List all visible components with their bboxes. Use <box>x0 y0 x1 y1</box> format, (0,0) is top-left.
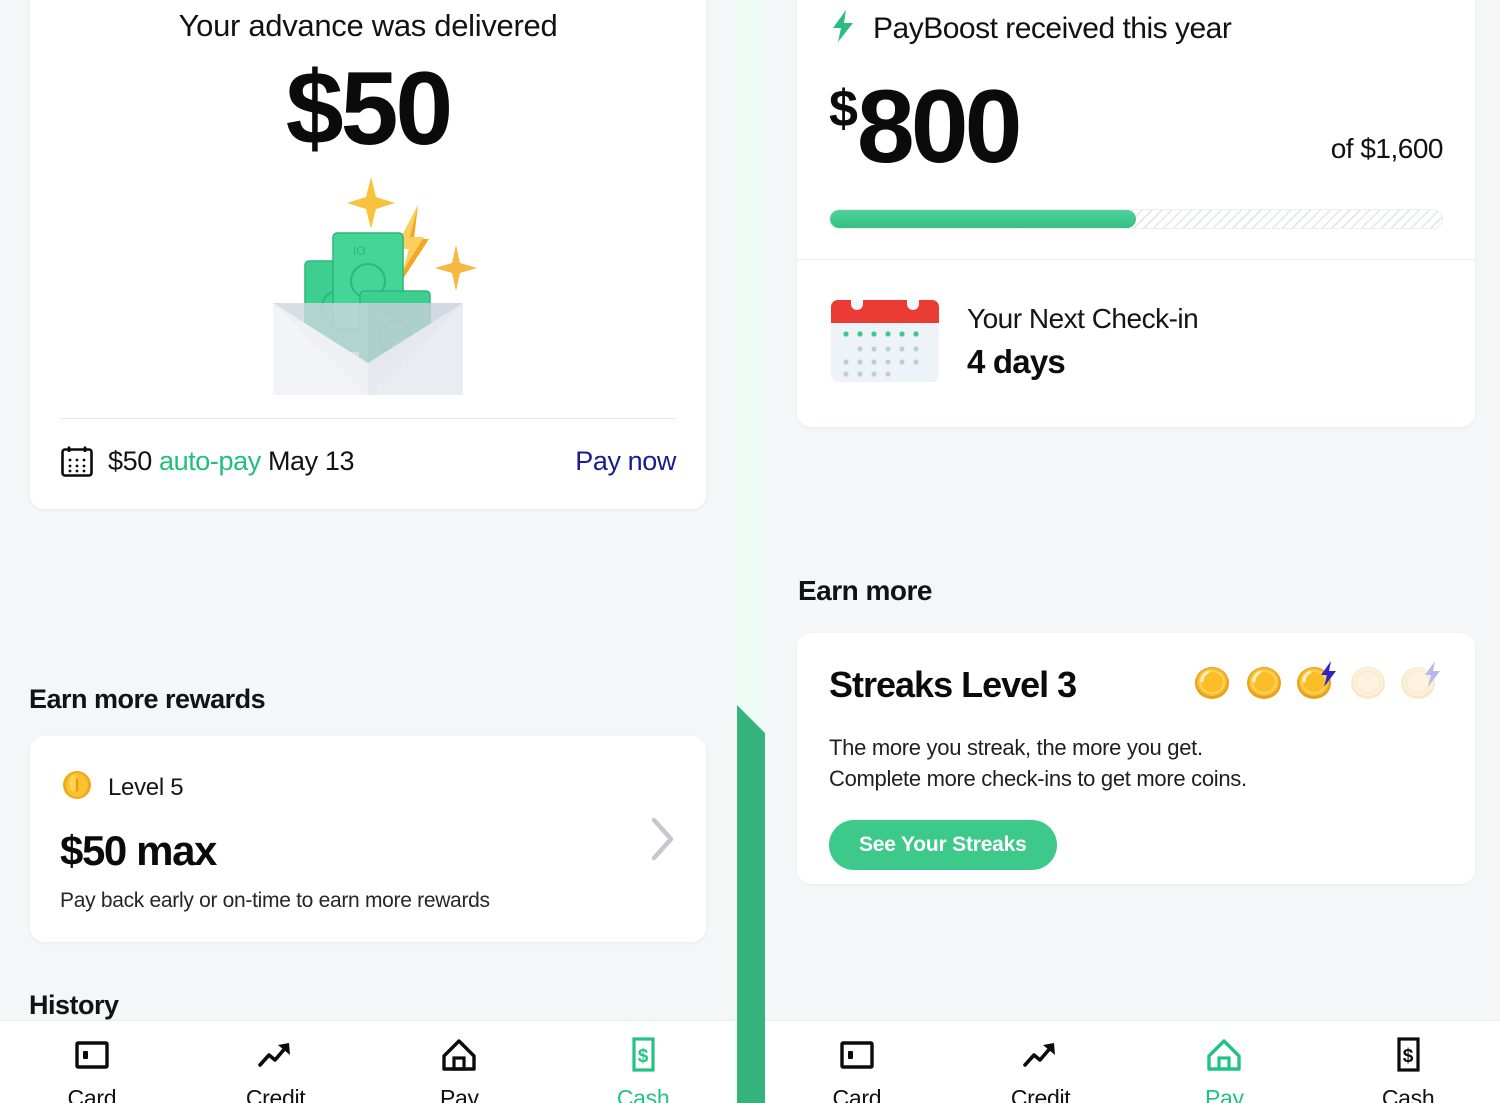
nav-item-card[interactable]: Card <box>765 1035 949 1103</box>
empty-coin-icon <box>1345 659 1391 710</box>
cash-bill-icon: $ <box>1392 1035 1424 1075</box>
trend-up-icon <box>256 1035 296 1075</box>
payboost-title: PayBoost received this year <box>873 11 1232 45</box>
nav-item-credit[interactable]: Credit <box>184 1035 368 1103</box>
trend-up-icon <box>1021 1035 1061 1075</box>
screenshot-stage: Your advance was delivered $50 IO $50 au… <box>0 0 1500 1103</box>
reward-level-label: Level 5 <box>108 773 184 801</box>
gold-coin-icon <box>60 768 94 807</box>
right-phone-panel: PayBoost received this year $800 of $1,6… <box>765 0 1500 1103</box>
calendar-illustration-icon <box>829 294 941 389</box>
autopay-text: $50 auto-pay May 13 <box>108 446 355 477</box>
payboost-amount-value: 800 <box>856 69 1023 185</box>
payboost-amount: $800 <box>829 75 1022 179</box>
earn-more-rewards-heading: Earn more rewards <box>29 684 266 714</box>
autopay-amount: $50 <box>108 446 152 477</box>
see-your-streaks-button[interactable]: See Your Streaks <box>829 820 1057 871</box>
payboost-amount-row: $800 of $1,600 <box>829 75 1444 179</box>
gold-coin-icon <box>1241 659 1287 710</box>
nav-item-card[interactable]: Card <box>0 1035 184 1103</box>
bottom-nav-right: Card Credit Pay $ Cash <box>765 1020 1500 1103</box>
nav-item-pay[interactable]: Pay <box>368 1035 552 1103</box>
autopay-badge: auto-pay <box>158 446 261 477</box>
payboost-card: PayBoost received this year $800 of $1,6… <box>797 0 1475 427</box>
streaks-line-2: Complete more check-ins to get more coin… <box>829 766 1247 792</box>
payboost-progress-fill <box>830 210 1136 228</box>
nav-item-cash[interactable]: $ Cash <box>1316 1035 1500 1103</box>
earn-more-heading: Earn more <box>798 575 933 606</box>
gold-coin-bolt-icon <box>1293 659 1339 710</box>
reward-level-row: Level 5 <box>60 768 676 807</box>
streak-coins <box>1189 659 1443 710</box>
streaks-header: Streaks Level 3 <box>829 659 1443 710</box>
advance-delivered-card: Your advance was delivered $50 IO $50 au… <box>30 0 706 509</box>
payboost-progress-bar <box>829 209 1443 229</box>
payboost-goal: of $1,600 <box>1330 133 1444 164</box>
empty-coin-bolt-icon <box>1397 659 1443 710</box>
money-envelope-icon: IO IO <box>30 162 706 412</box>
card-icon <box>838 1035 876 1075</box>
chevron-right-icon[interactable] <box>650 815 676 863</box>
next-checkin-label: Your Next Check-in <box>967 302 1199 334</box>
next-checkin-text: Your Next Check-in 4 days <box>967 302 1199 381</box>
nav-label-card: Card <box>832 1085 882 1103</box>
svg-text:$: $ <box>1403 1046 1414 1067</box>
autopay-row: $50 auto-pay May 13 Pay now <box>30 419 706 509</box>
nav-item-pay[interactable]: Pay <box>1133 1035 1317 1103</box>
nav-label-credit: Credit <box>245 1085 306 1103</box>
nav-item-cash[interactable]: $ Cash <box>551 1035 735 1103</box>
home-icon <box>1204 1035 1244 1075</box>
next-checkin-value: 4 days <box>967 342 1066 380</box>
nav-label-pay: Pay <box>1205 1085 1244 1103</box>
card-icon <box>73 1035 111 1075</box>
next-checkin-row: Your Next Check-in 4 days <box>829 260 1443 427</box>
autopay-date: May 13 <box>267 446 355 477</box>
autopay-info: $50 auto-pay May 13 <box>60 445 355 479</box>
lightning-bolt-icon <box>829 8 857 49</box>
calendar-icon <box>60 445 94 479</box>
pay-now-button[interactable]: Pay now <box>575 446 676 477</box>
payboost-header: PayBoost received this year <box>829 8 1443 49</box>
gold-coin-icon <box>1189 659 1235 710</box>
accent-strip-gutter-bottom <box>737 705 765 1103</box>
streaks-description: The more you streak, the more you get. C… <box>829 732 1443 794</box>
page-title: Your advance was delivered <box>178 8 558 43</box>
cash-bill-icon: $ <box>627 1035 659 1075</box>
svg-text:$: $ <box>638 1046 649 1067</box>
advance-amount: $50 <box>285 51 454 167</box>
nav-label-cash: Cash <box>616 1085 670 1103</box>
reward-description: Pay back early or on-time to earn more r… <box>60 889 490 912</box>
nav-label-card: Card <box>67 1085 117 1103</box>
history-heading: History <box>29 990 119 1020</box>
nav-item-credit[interactable]: Credit <box>949 1035 1133 1103</box>
home-icon <box>439 1035 479 1075</box>
nav-label-pay: Pay <box>440 1085 479 1103</box>
nav-label-credit: Credit <box>1010 1085 1071 1103</box>
bottom-nav-left: Card Credit Pay $ Cash <box>0 1020 735 1103</box>
streaks-card: Streaks Level 3 The more you streak, the… <box>797 633 1475 884</box>
currency-symbol: $ <box>829 80 858 138</box>
reward-level-card[interactable]: Level 5 $50 max Pay back early or on-tim… <box>30 736 706 942</box>
svg-text:IO: IO <box>353 244 366 258</box>
reward-amount: $50 max <box>60 827 217 874</box>
left-phone-panel: Your advance was delivered $50 IO $50 au… <box>0 0 735 1103</box>
streaks-line-1: The more you streak, the more you get. <box>829 735 1203 760</box>
nav-label-cash: Cash <box>1381 1085 1435 1103</box>
streaks-title: Streaks Level 3 <box>829 663 1077 705</box>
